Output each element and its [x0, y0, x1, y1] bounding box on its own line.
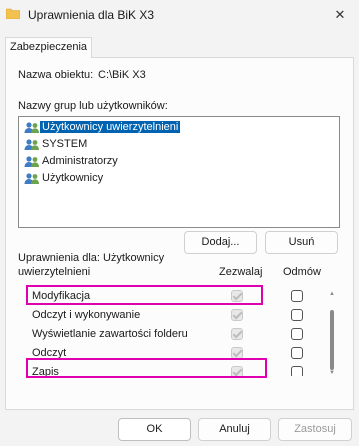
- tab-security[interactable]: Zabezpieczenia: [5, 37, 92, 58]
- list-item-label: Użytkownicy uwierzytelnieni: [40, 121, 181, 133]
- scroll-up-icon[interactable]: ▲: [329, 291, 335, 297]
- list-item-label: Administratorzy: [42, 155, 118, 167]
- tab-label: Zabezpieczenia: [9, 41, 88, 53]
- users-icon: [24, 156, 39, 167]
- add-button[interactable]: Dodaj...: [184, 231, 257, 254]
- users-icon: [24, 173, 39, 184]
- object-name-label: Nazwa obiektu:: [18, 69, 94, 81]
- groups-listbox[interactable]: Użytkownicy uwierzytelnieni SYSTEM Admin…: [18, 116, 340, 228]
- remove-button[interactable]: Usuń: [265, 231, 338, 254]
- window-title: Uprawnienia dla BiK X3: [28, 8, 155, 22]
- list-item[interactable]: SYSTEM: [22, 136, 336, 153]
- users-icon: [24, 139, 39, 150]
- permissions-label-user: uwierzytelnieni: [18, 266, 91, 278]
- apply-button[interactable]: Zastosuj: [278, 418, 352, 441]
- apply-button-label: Zastosuj: [294, 423, 336, 435]
- list-item[interactable]: Użytkownicy: [22, 170, 336, 187]
- close-icon[interactable]: ✕: [328, 5, 352, 25]
- highlight-box: [26, 358, 267, 378]
- deny-checkbox[interactable]: [291, 366, 303, 376]
- deny-checkbox[interactable]: [291, 347, 303, 359]
- cancel-button[interactable]: Anuluj: [198, 418, 271, 441]
- permission-name: Wyświetlanie zawartości folderu: [32, 328, 188, 340]
- allow-checkbox[interactable]: [231, 328, 243, 340]
- deny-column-header: Odmów: [283, 266, 321, 278]
- table-row: Odczyt i wykonywanie: [18, 306, 318, 325]
- ok-button-label: OK: [146, 423, 163, 435]
- allow-checkbox[interactable]: [231, 309, 243, 321]
- list-item-label: Użytkownicy: [42, 172, 104, 184]
- list-item-label: SYSTEM: [42, 138, 88, 150]
- highlight-box: [26, 285, 263, 305]
- list-item[interactable]: Administratorzy: [22, 153, 336, 170]
- add-button-label: Dodaj...: [201, 236, 240, 248]
- list-item[interactable]: Użytkownicy uwierzytelnieni: [22, 119, 336, 136]
- scroll-down-icon[interactable]: ▼: [329, 370, 335, 376]
- deny-checkbox[interactable]: [291, 290, 303, 302]
- remove-button-label: Usuń: [288, 236, 315, 248]
- table-row: Wyświetlanie zawartości folderu: [18, 325, 318, 344]
- deny-checkbox[interactable]: [291, 309, 303, 321]
- ok-button[interactable]: OK: [118, 418, 191, 441]
- permission-name: Odczyt i wykonywanie: [32, 309, 141, 321]
- folder-icon: [6, 8, 20, 19]
- cancel-button-label: Anuluj: [219, 423, 250, 435]
- object-name-value: C:\BiK X3: [98, 69, 146, 81]
- permissions-label: Uprawnienia dla: Użytkownicy: [18, 252, 165, 264]
- groups-label: Nazwy grup lub użytkowników:: [18, 100, 168, 112]
- allow-column-header: Zezwalaj: [219, 266, 263, 278]
- users-icon: [24, 122, 39, 133]
- scrollbar-thumb[interactable]: [330, 310, 334, 370]
- deny-checkbox[interactable]: [291, 328, 303, 340]
